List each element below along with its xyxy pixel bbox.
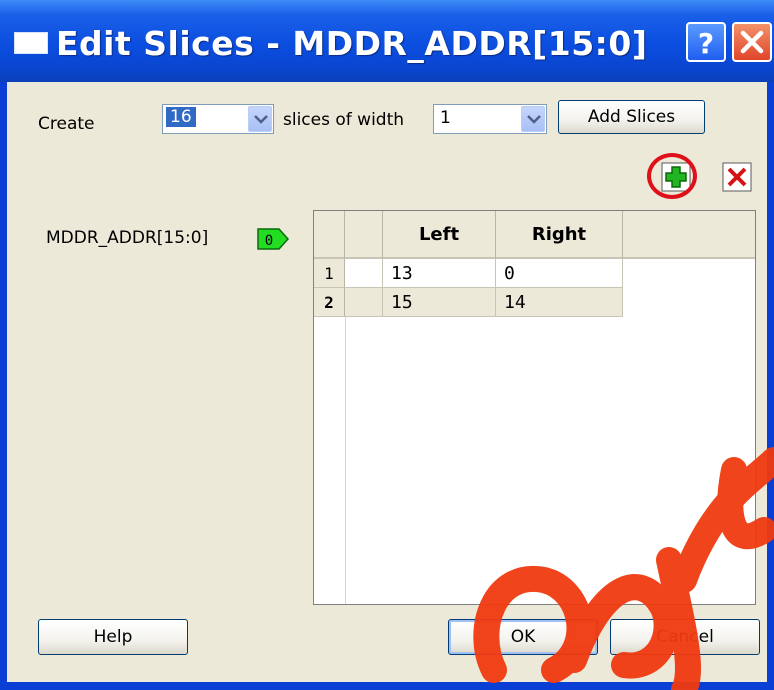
svg-text:?: ? <box>698 27 714 60</box>
slices-of-width-label: slices of width <box>283 110 405 130</box>
add-slices-button[interactable]: Add Slices <box>558 100 705 134</box>
table-cell-right[interactable]: 0 <box>496 259 623 288</box>
table-cell-left[interactable]: 13 <box>383 259 496 288</box>
svg-text:0: 0 <box>265 233 273 249</box>
signal-name: MDDR_ADDR[15:0] <box>46 228 209 248</box>
close-icon <box>740 30 764 54</box>
delete-slice-button[interactable] <box>722 162 752 192</box>
dialog-body: Create 16 slices of width 1 Add Slices M… <box>7 82 767 682</box>
table-cell-left[interactable]: 15 <box>383 288 496 317</box>
chevron-down-icon[interactable] <box>248 106 272 132</box>
help-button[interactable]: Help <box>38 619 188 655</box>
port-tag-icon: 0 <box>257 228 290 250</box>
row-number: 1 <box>314 259 345 288</box>
title-bar[interactable]: Edit Slices - MDDR_ADDR[15:0] ? <box>0 0 774 82</box>
column-header-filler <box>623 211 755 259</box>
close-button[interactable] <box>732 22 772 62</box>
slice-width-value: 1 <box>440 108 451 128</box>
table-cell-blank[interactable] <box>345 288 383 317</box>
table-cell-blank[interactable] <box>345 259 383 288</box>
chevron-down-icon[interactable] <box>521 106 545 132</box>
column-header-blank[interactable] <box>345 211 383 259</box>
question-icon: ? <box>698 27 714 60</box>
row-header-corner <box>314 211 345 259</box>
window-icon <box>14 32 48 54</box>
help-title-button[interactable]: ? <box>686 22 726 62</box>
slices-table: Left Right 1 13 0 2 15 14 <box>313 210 756 605</box>
column-header-left[interactable]: Left <box>383 211 496 259</box>
row-number: 2 <box>314 288 345 317</box>
slice-count-value: 16 <box>166 107 196 127</box>
edit-slices-dialog: Edit Slices - MDDR_ADDR[15:0] ? Create 1… <box>0 0 774 690</box>
slice-count-combo[interactable]: 16 <box>162 104 274 134</box>
window-title: Edit Slices - MDDR_ADDR[15:0] <box>56 24 648 63</box>
ok-button[interactable]: OK <box>448 619 598 655</box>
highlight-circle <box>647 153 697 199</box>
red-x-icon <box>722 162 752 192</box>
create-label: Create <box>38 114 95 134</box>
cancel-button[interactable]: Cancel <box>610 619 760 655</box>
column-header-right[interactable]: Right <box>496 211 623 259</box>
slice-width-combo[interactable]: 1 <box>433 104 547 134</box>
table-cell-right[interactable]: 14 <box>496 288 623 317</box>
